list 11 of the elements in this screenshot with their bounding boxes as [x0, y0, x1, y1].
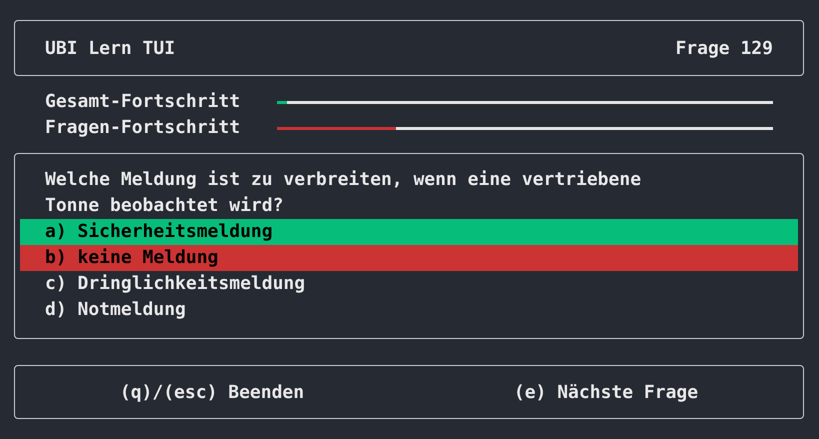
progress-label: Gesamt-Fortschritt [45, 90, 240, 114]
progress-label: Fragen-Fortschritt [45, 116, 240, 140]
answer-option[interactable]: c) Dringlichkeitsmeldung [20, 271, 798, 297]
app-title: UBI Lern TUI [45, 36, 176, 60]
next-question-button[interactable]: (e) Nächste Frage [508, 376, 704, 408]
quit-button[interactable]: (q)/(esc) Beenden [114, 376, 310, 408]
answer-option[interactable]: d) Notmeldung [20, 297, 798, 323]
answer-option[interactable]: b) keine Meldung [20, 245, 798, 271]
question-counter: Frage 129 [675, 36, 773, 60]
question-text: Welche Meldung ist zu verbreiten, wenn eine vertriebene Tonne beobachtet wird? [44, 168, 642, 218]
answer-option[interactable]: a) Sicherheitsmeldung [20, 219, 798, 245]
